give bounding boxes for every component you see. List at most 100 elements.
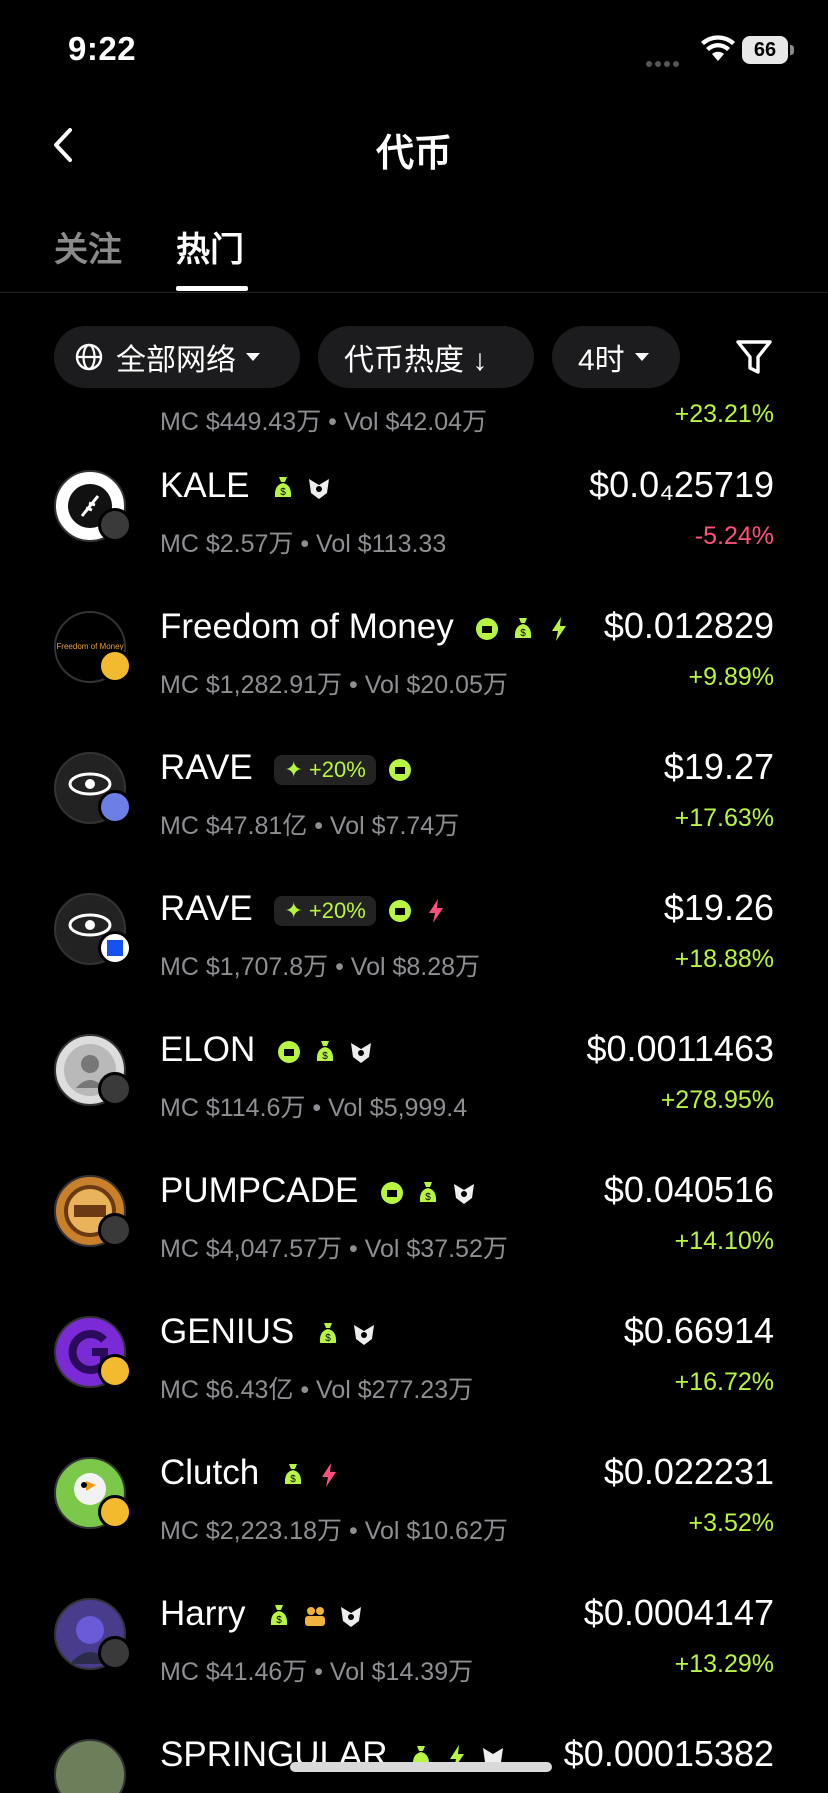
nav-bar: 代币	[0, 100, 828, 190]
token-change: +18.88%	[674, 945, 774, 973]
status-time: 9:22	[68, 30, 137, 67]
token-name: PUMPCADE $	[160, 1171, 488, 1211]
tab-following[interactable]: 关注	[54, 222, 122, 271]
filter-bar: 全部网络 代币热度 ↓ 4时	[0, 326, 828, 392]
tab-hot[interactable]: 热门	[176, 222, 244, 271]
ethereum-chain-badge	[98, 790, 132, 824]
token-stats: MC $41.46万 • Vol $14.39万	[160, 1658, 474, 1686]
network-filter-label: 全部网络	[116, 344, 236, 377]
token-avatar	[54, 1739, 126, 1793]
eagle-icon	[454, 1183, 475, 1204]
people-icon	[305, 1606, 326, 1626]
token-name: KALE $	[160, 466, 343, 506]
network-filter-chip[interactable]: 全部网络	[54, 326, 300, 388]
svg-text:$: $	[425, 1192, 431, 1203]
sort-chip[interactable]: 代币热度 ↓	[318, 326, 534, 388]
rocket-icon: ✦	[284, 897, 303, 923]
token-change: +16.72%	[674, 1368, 774, 1396]
token-stats: MC $6.43亿 • Vol $277.23万	[160, 1376, 474, 1404]
token-row[interactable]: RAVE ✦ +20% MC $1,707.8万 • Vol $8.28万 $19…	[0, 881, 828, 1022]
token-change: +17.63%	[674, 804, 774, 832]
token-stats: MC $1,707.8万 • Vol $8.28万	[160, 953, 481, 981]
token-name: Harry $	[160, 1594, 375, 1634]
token-row[interactable]: ELON $ MC $114.6万 • Vol $5,999.4 $0.0011…	[0, 1022, 828, 1163]
token-price: $0.040516	[603, 1169, 774, 1210]
bnb-chain-badge	[98, 1495, 132, 1529]
moneybag-icon: $	[319, 1322, 337, 1344]
token-change: -5.24%	[694, 522, 774, 550]
solana-chain-badge	[98, 508, 132, 542]
wifi-icon	[701, 35, 735, 61]
token-price: $0.012829	[603, 605, 774, 646]
token-stats: MC $47.81亿 • Vol $7.74万	[160, 812, 460, 840]
token-name: Freedom of Money $	[160, 607, 583, 647]
token-price: $0.0₄25719	[589, 464, 774, 505]
lightning-icon	[428, 898, 443, 923]
battery-icon: 66	[742, 36, 794, 64]
period-chip[interactable]: 4时	[552, 326, 680, 388]
svg-text:$: $	[322, 1051, 328, 1062]
token-change: +9.89%	[688, 663, 775, 691]
token-stats: MC $2.57万 • Vol $113.33	[160, 530, 447, 558]
token-name: GENIUS $	[160, 1312, 388, 1352]
caret-down-icon	[246, 353, 260, 361]
solana-chain-badge	[98, 1213, 132, 1247]
promo-tag: ✦ +20%	[274, 895, 376, 926]
token-stats: MC $2,223.18万 • Vol $10.62万	[160, 1517, 508, 1545]
token-row[interactable]: KALE $ MC $2.57万 • Vol $113.33 $0.0₄2571…	[0, 458, 828, 599]
eagle-icon	[341, 1606, 362, 1627]
token-row[interactable]: GENIUS $ MC $6.43亿 • Vol $277.23万 $0.669…	[0, 1304, 828, 1445]
token-price: $19.27	[663, 746, 774, 787]
eagle-icon	[351, 1042, 372, 1063]
status-bar: 9:22 66	[0, 0, 828, 100]
token-name: RAVE ✦ +20%	[160, 889, 460, 929]
token-stats: MC $114.6万 • Vol $5,999.4	[160, 1094, 468, 1122]
filter-funnel-icon[interactable]	[732, 332, 776, 382]
signal-icon	[646, 54, 686, 67]
tab-bar: 关注 热门	[0, 210, 828, 293]
token-name: RAVE ✦ +20%	[160, 748, 424, 788]
token-price: $19.26	[663, 887, 774, 928]
token-row[interactable]: PUMPCADE $ MC $4,047.57万 • Vol $37.52万 $…	[0, 1163, 828, 1304]
svg-text:$: $	[521, 628, 527, 639]
token-name: ELON $	[160, 1030, 385, 1070]
thumbs-up-icon	[278, 1040, 301, 1063]
token-change: +13.29%	[674, 1650, 774, 1678]
token-row[interactable]: Freedom of Money Freedom of Money $ MC $…	[0, 599, 828, 740]
thumbs-up-icon	[381, 1181, 404, 1204]
svg-text:$: $	[280, 487, 286, 498]
token-stats: MC $449.43万 • Vol $42.04万	[160, 408, 488, 436]
eagle-icon	[309, 478, 330, 499]
lightning-icon	[552, 616, 567, 641]
thumbs-up-icon	[388, 758, 411, 781]
token-price: $0.66914	[623, 1310, 774, 1351]
token-list: MC $449.43万 • Vol $42.04万 +23.21% KALE $…	[0, 392, 828, 1793]
bnb-chain-badge	[98, 1354, 132, 1388]
token-row[interactable]: Harry $ MC $41.46万 • Vol $14.39万 $0.0004…	[0, 1586, 828, 1727]
svg-text:$: $	[290, 1474, 296, 1485]
bnb-chain-badge	[98, 649, 132, 683]
token-change: +23.21%	[674, 400, 774, 428]
moneybag-icon: $	[275, 476, 292, 498]
token-price: $0.0011463	[586, 1028, 774, 1069]
page-title: 代币	[375, 133, 452, 175]
token-stats: MC $4,047.57万 • Vol $37.52万	[160, 1235, 508, 1263]
token-row[interactable]: RAVE ✦ +20% MC $47.81亿 • Vol $7.74万 $19.2…	[0, 740, 828, 881]
promo-tag: ✦ +20%	[274, 754, 376, 785]
lightning-icon	[321, 1462, 336, 1487]
token-change: +14.10%	[674, 1227, 774, 1255]
caret-down-icon	[634, 353, 649, 361]
moneybag-icon: $	[420, 1181, 437, 1203]
home-indicator[interactable]	[290, 1762, 552, 1772]
token-change: +278.95%	[660, 1086, 774, 1114]
token-row[interactable]: Clutch $ MC $2,223.18万 • Vol $10.62万 $0.…	[0, 1445, 828, 1586]
token-name: Clutch $	[160, 1453, 353, 1493]
svg-text:$: $	[277, 1615, 283, 1626]
base-square-icon	[107, 940, 123, 956]
solana-chain-badge	[98, 1636, 132, 1670]
token-row[interactable]: SPRINGULAR $0.00015382	[0, 1727, 828, 1793]
eagle-icon	[353, 1324, 374, 1345]
moneybag-icon: $	[271, 1604, 288, 1626]
token-price: $0.00015382	[563, 1733, 774, 1774]
token-change: +3.52%	[688, 1509, 775, 1537]
